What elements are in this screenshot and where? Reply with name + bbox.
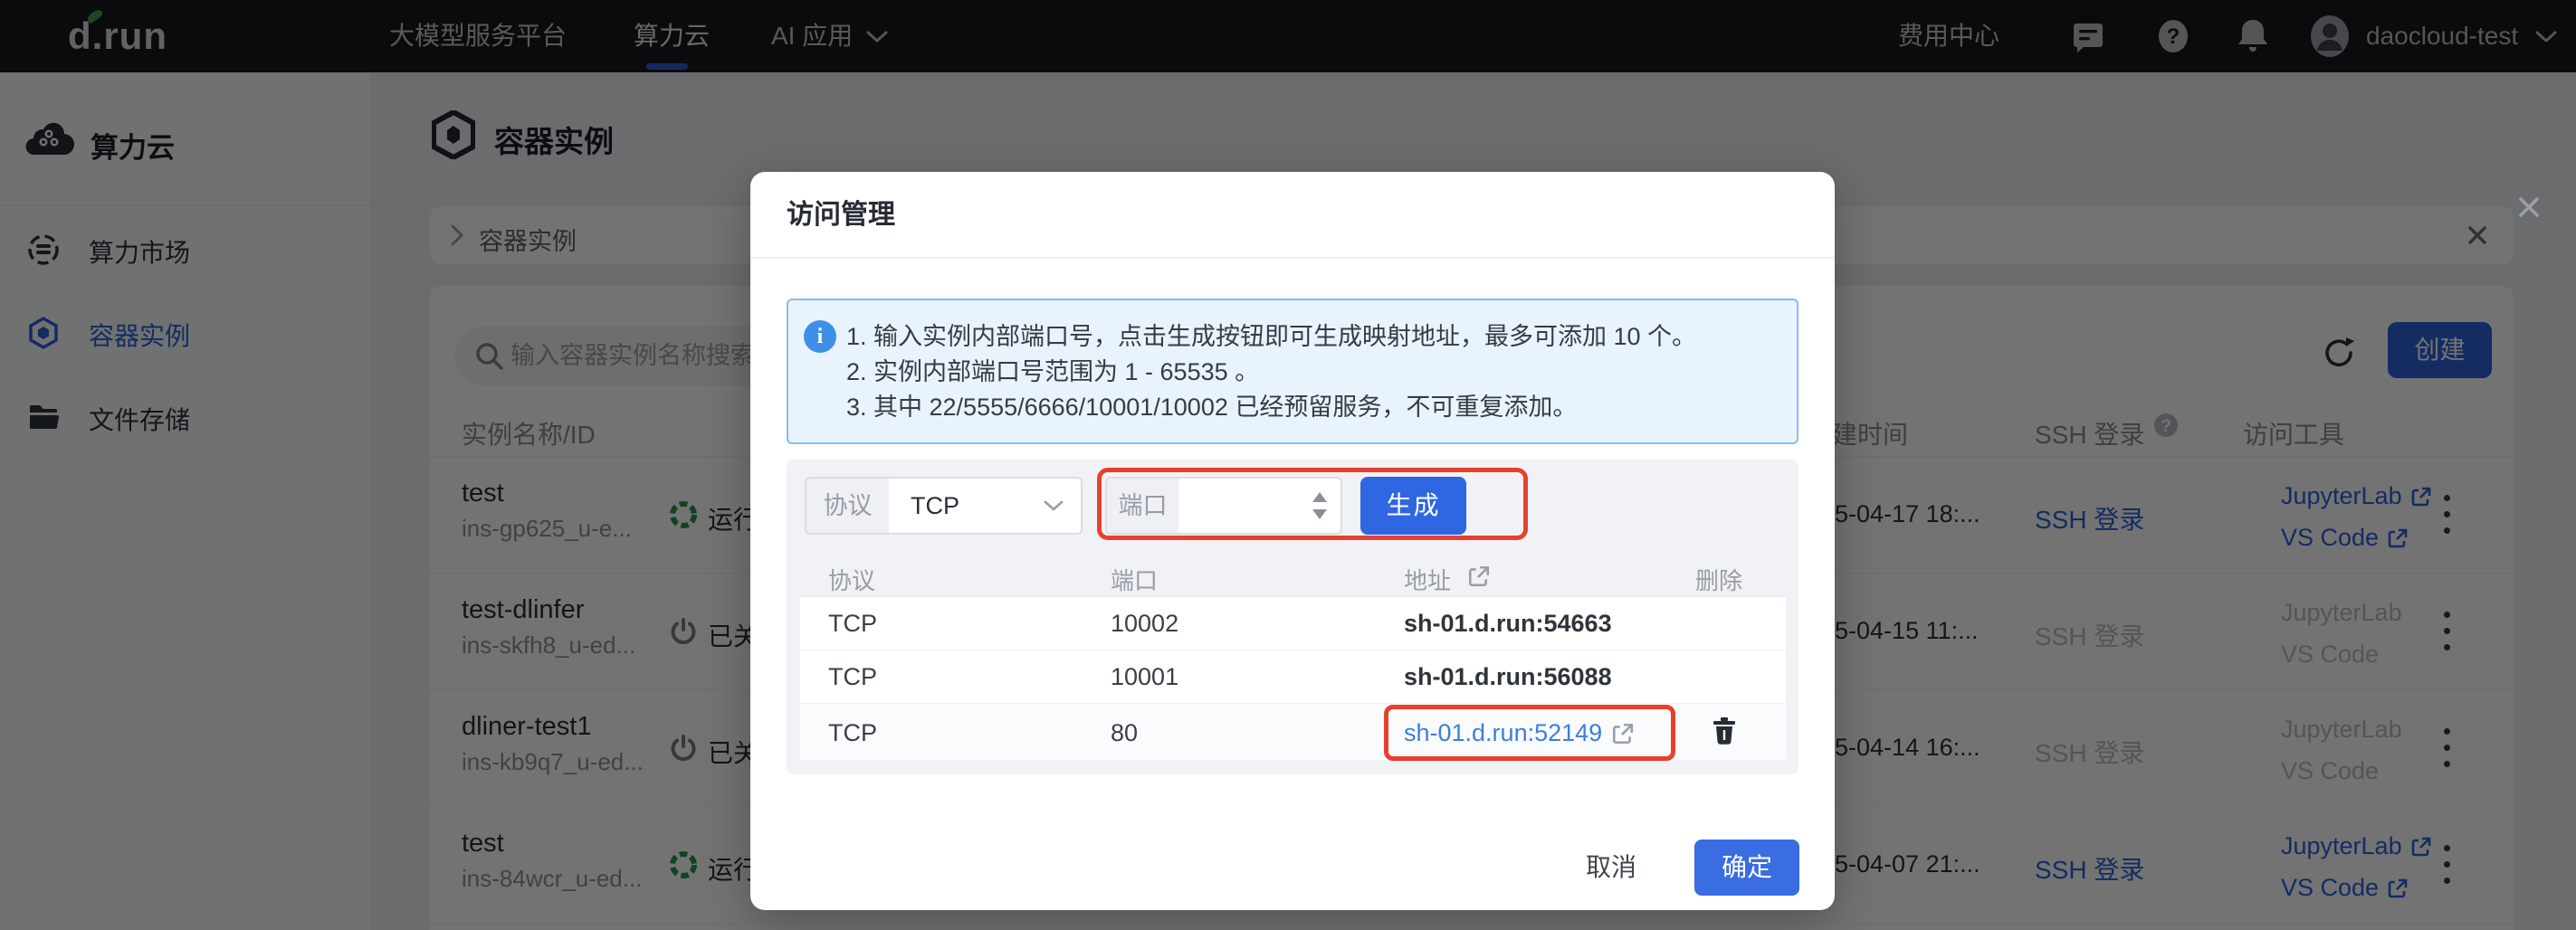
col-header-delete: 删除: [1642, 563, 1742, 596]
mapping-protocol: TCP: [828, 719, 877, 747]
chevron-down-icon: [1043, 499, 1064, 513]
mapping-row: TCP 80 sh-01.d.run:52149: [800, 704, 1786, 761]
info-line-3: 3. 其中 22/5555/6666/10001/10002 已经预留服务，不可…: [846, 390, 1577, 425]
col-header-address: 地址: [1404, 563, 1451, 596]
mapping-row: TCP 10001 sh-01.d.run:56088: [800, 650, 1786, 704]
col-header-port: 端口: [1111, 563, 1158, 596]
cancel-button[interactable]: 取消: [1579, 840, 1643, 896]
port-stepper: [1308, 479, 1330, 533]
mapping-address: sh-01.d.run:56088: [1404, 663, 1612, 691]
info-icon: i: [804, 320, 836, 353]
external-link-icon: [1611, 722, 1635, 745]
mapping-port: 10001: [1111, 663, 1178, 691]
port-label: 端口: [1105, 477, 1180, 535]
stepper-down-icon[interactable]: [1312, 509, 1327, 519]
mapping-table-header: 协议 端口 地址 删除: [800, 554, 1786, 597]
info-line-1: 1. 输入实例内部端口号，点击生成按钮即可生成映射地址，最多可添加 10 个。: [846, 319, 1696, 355]
modal-header-divider: [750, 257, 1835, 259]
stepper-up-icon[interactable]: [1312, 492, 1327, 502]
delete-mapping-icon[interactable]: [1710, 716, 1739, 746]
confirm-button[interactable]: 确定: [1694, 840, 1799, 896]
port-input-box: [1178, 477, 1342, 535]
app-root: d.run 大模型服务平台 算力云 AI 应用 费用中心 ? daocloud-…: [0, 0, 2576, 930]
mapping-protocol: TCP: [828, 610, 877, 638]
port-mapping-table: 协议 端口 地址 删除 TCP 10002 sh-01.d.run:54663 …: [800, 554, 1786, 761]
address-external-link-icon: [1467, 565, 1491, 588]
protocol-select-value: TCP: [911, 479, 959, 533]
modal-close-icon[interactable]: [2514, 192, 2544, 223]
info-banner: i 1. 输入实例内部端口号，点击生成按钮即可生成映射地址，最多可添加 10 个…: [787, 299, 1798, 444]
mapping-protocol: TCP: [828, 663, 877, 691]
generate-button[interactable]: 生成: [1360, 477, 1466, 535]
col-header-protocol: 协议: [828, 563, 875, 596]
port-mapping-panel: 协议 TCP 端口 生成 协议 端口 地: [787, 460, 1798, 774]
protocol-select[interactable]: TCP: [889, 477, 1083, 535]
mapping-port: 10002: [1111, 610, 1178, 638]
info-line-2: 2. 实例内部端口号范围为 1 - 65535 。: [846, 355, 1259, 390]
mapping-address-link[interactable]: sh-01.d.run:52149: [1404, 719, 1635, 747]
mapping-row: TCP 10002 sh-01.d.run:54663: [800, 597, 1786, 650]
protocol-label: 协议: [805, 477, 891, 535]
mapping-address: sh-01.d.run:54663: [1404, 610, 1612, 638]
mapping-port: 80: [1111, 719, 1138, 747]
access-management-modal: 访问管理 i 1. 输入实例内部端口号，点击生成按钮即可生成映射地址，最多可添加…: [750, 172, 1835, 910]
port-input[interactable]: [1189, 482, 1298, 529]
modal-title: 访问管理: [787, 192, 895, 232]
